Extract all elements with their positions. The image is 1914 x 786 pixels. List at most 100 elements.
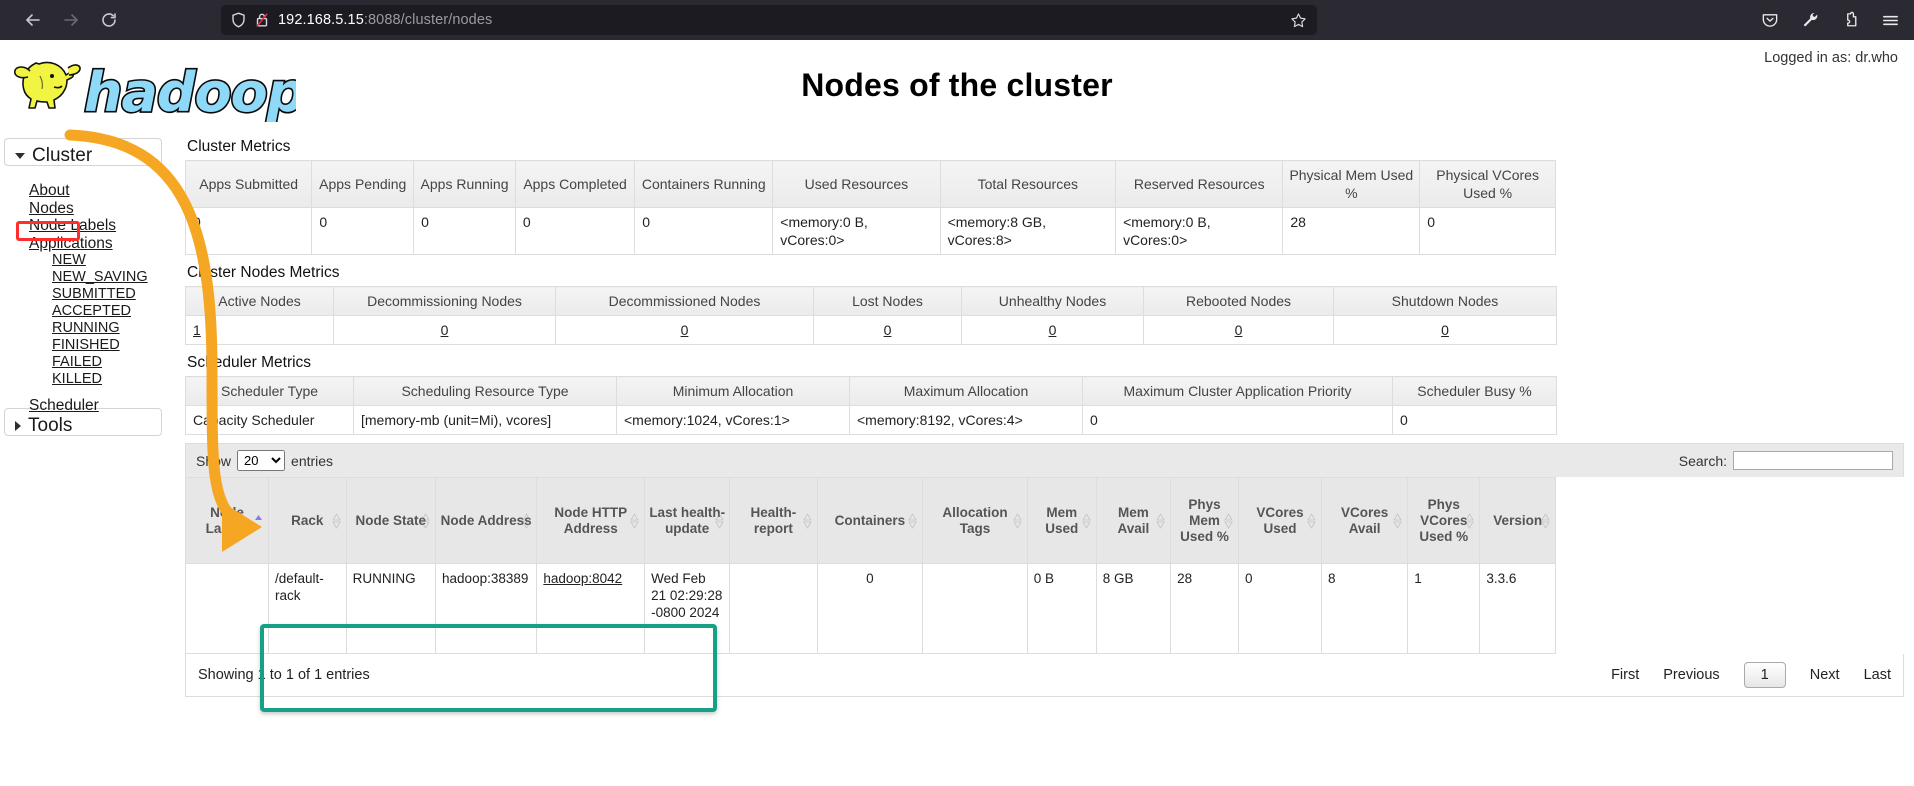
col-apps-pending: Apps Pending (312, 161, 414, 208)
cell-reserved-resources: <memory:0 B, vCores:0> (1116, 208, 1283, 255)
sort-icon (332, 513, 341, 529)
col-rebooted-nodes: Rebooted Nodes (1144, 287, 1334, 316)
pocket-icon[interactable] (1761, 11, 1779, 29)
col-containers-running: Containers Running (635, 161, 773, 208)
col-node-http-address[interactable]: Node HTTP Address (537, 478, 645, 564)
cell-minimum-allocation: <memory:1024, vCores:1> (617, 406, 850, 435)
sidebar-item-submitted[interactable]: SUBMITTED (4, 286, 174, 303)
link-decommissioning-nodes[interactable]: 0 (441, 322, 449, 338)
link-rebooted-nodes[interactable]: 0 (1235, 322, 1243, 338)
col-mem-avail[interactable]: Mem Avail (1096, 478, 1170, 564)
pager-last[interactable]: Last (1864, 667, 1891, 683)
link-decommissioned-nodes[interactable]: 0 (681, 322, 689, 338)
address-bar[interactable]: 192.168.5.15:8088/cluster/nodes (221, 5, 1317, 35)
col-phys-mem-used-pct[interactable]: Phys Mem Used % (1171, 478, 1239, 564)
sidebar-item-node-labels[interactable]: Node Labels (4, 217, 174, 235)
main-content: Cluster Metrics Apps Submitted Apps Pend… (185, 138, 1904, 697)
sidebar-item-accepted[interactable]: ACCEPTED (4, 303, 174, 320)
col-last-health-update[interactable]: Last health-update (645, 478, 730, 564)
col-allocation-tags[interactable]: Allocation Tags (923, 478, 1028, 564)
link-lost-nodes[interactable]: 0 (884, 322, 892, 338)
sort-icon (1307, 513, 1316, 529)
datatable-toolbar: Show 20 40 60 80 100 entries Search: (185, 443, 1904, 477)
entries-label: entries (291, 453, 333, 469)
sidebar-cluster-header[interactable]: Cluster (13, 143, 153, 169)
back-arrow-icon[interactable] (14, 4, 52, 36)
col-vcores-avail[interactable]: VCores Avail (1321, 478, 1407, 564)
search-input[interactable] (1733, 451, 1893, 470)
col-node-address[interactable]: Node Address (436, 478, 537, 564)
cluster-metrics-table: Apps Submitted Apps Pending Apps Running… (185, 160, 1556, 255)
cell-mem-used: 0 B (1027, 564, 1096, 654)
pager-next[interactable]: Next (1810, 667, 1840, 683)
sidebar-item-running[interactable]: RUNNING (4, 320, 174, 337)
col-node-labels[interactable]: Node Labels (186, 478, 269, 564)
col-phys-vcores-used-pct[interactable]: Phys VCores Used % (1408, 478, 1480, 564)
sidebar-item-failed[interactable]: FAILED (4, 354, 174, 371)
link-node-http-address[interactable]: hadoop:8042 (543, 571, 622, 586)
pager-previous[interactable]: Previous (1663, 667, 1719, 683)
hamburger-menu-icon[interactable] (1881, 11, 1900, 30)
pager-first[interactable]: First (1611, 667, 1639, 683)
sidebar-links: About Nodes Node Labels Applications NEW… (4, 182, 174, 415)
sidebar-section-cluster[interactable]: Cluster (4, 138, 162, 166)
col-mem-used[interactable]: Mem Used (1027, 478, 1096, 564)
extension-icon[interactable] (1841, 11, 1859, 29)
cell-scheduler-type: Capacity Scheduler (186, 406, 354, 435)
sidebar-item-about[interactable]: About (4, 182, 174, 200)
sidebar-item-new-saving[interactable]: NEW_SAVING (4, 269, 174, 286)
sort-icon (1393, 513, 1402, 529)
cell-apps-completed: 0 (515, 208, 634, 255)
cell-rack: /default-rack (268, 564, 346, 654)
cell-containers-running: 0 (635, 208, 773, 255)
sort-icon (715, 513, 724, 529)
col-vcores-used[interactable]: VCores Used (1238, 478, 1321, 564)
sidebar-item-killed[interactable]: KILLED (4, 371, 174, 388)
sidebar-item-applications[interactable]: Applications (4, 235, 174, 253)
cell-apps-running: 0 (414, 208, 516, 255)
sidebar-tools-header[interactable]: Tools (13, 413, 153, 439)
col-health-report[interactable]: Health-report (730, 478, 817, 564)
lock-crossed-icon[interactable] (255, 12, 269, 28)
sort-icon (1541, 513, 1550, 529)
reload-icon[interactable] (90, 4, 128, 36)
col-node-state[interactable]: Node State (346, 478, 435, 564)
sidebar-item-nodes[interactable]: Nodes (4, 200, 174, 218)
shield-icon[interactable] (231, 12, 246, 28)
wrench-icon[interactable] (1801, 11, 1819, 29)
sidebar-item-scheduler[interactable]: Scheduler (4, 397, 174, 415)
cell-node-labels (186, 564, 269, 654)
sort-icon (1465, 513, 1474, 529)
sidebar-item-new[interactable]: NEW (4, 252, 174, 269)
col-rack[interactable]: Rack (268, 478, 346, 564)
table-row: 1 0 0 0 0 0 0 (186, 316, 1557, 345)
show-label: Show (196, 453, 231, 469)
col-version[interactable]: Version (1480, 478, 1556, 564)
sort-icon (803, 513, 812, 529)
browser-right-icons (1761, 0, 1900, 40)
cell-used-resources: <memory:0 B, vCores:0> (773, 208, 940, 255)
pager-page-1[interactable]: 1 (1744, 662, 1786, 688)
cell-scheduling-resource-type: [memory-mb (unit=Mi), vcores] (354, 406, 617, 435)
bookmark-star-icon[interactable] (1290, 12, 1307, 29)
table-row: 0 0 0 0 0 <memory:0 B, vCores:0> <memory… (186, 208, 1556, 255)
table-row[interactable]: /default-rack RUNNING hadoop:38389 hadoo… (186, 564, 1556, 654)
link-active-nodes[interactable]: 1 (193, 322, 201, 338)
table-header-row: Scheduler Type Scheduling Resource Type … (186, 377, 1557, 406)
cell-node-address: hadoop:38389 (436, 564, 537, 654)
cell-physical-mem-used-pct: 28 (1283, 208, 1420, 255)
forward-arrow-icon[interactable] (52, 4, 90, 36)
col-maximum-allocation: Maximum Allocation (850, 377, 1083, 406)
sort-icon (1156, 513, 1165, 529)
cell-version: 3.3.6 (1480, 564, 1556, 654)
cell-total-resources: <memory:8 GB, vCores:8> (940, 208, 1115, 255)
page-size-select[interactable]: 20 40 60 80 100 (237, 450, 285, 471)
cluster-nodes-metrics-title: Cluster Nodes Metrics (187, 264, 1904, 282)
nodes-table-header-row: Node Labels Rack Node State Node Address… (186, 478, 1556, 564)
cell-physical-vcores-used-pct: 0 (1420, 208, 1556, 255)
link-unhealthy-nodes[interactable]: 0 (1049, 322, 1057, 338)
cluster-nodes-metrics-table: Active Nodes Decommissioning Nodes Decom… (185, 286, 1557, 345)
col-containers[interactable]: Containers (817, 478, 923, 564)
link-shutdown-nodes[interactable]: 0 (1441, 322, 1449, 338)
sidebar-item-finished[interactable]: FINISHED (4, 337, 174, 354)
